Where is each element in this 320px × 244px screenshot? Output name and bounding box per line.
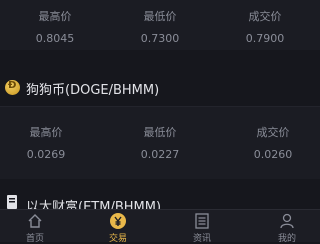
tab-trade[interactable]: 交易 [88,210,148,244]
stat-label: 成交价 [256,126,290,139]
market-stats-row[interactable]: 最高价 0.8045 最低价 0.7300 成交价 0.7900 [0,0,320,50]
stat-label: 最低价 [143,126,177,139]
stat-low: 最低价 0.0227 [120,126,200,161]
document-icon [7,195,17,209]
tab-profile[interactable]: 我的 [257,210,317,244]
stat-value: 0.7900 [245,32,285,45]
yen-icon [110,213,126,229]
stat-high: 最高价 0.8045 [15,10,95,45]
stat-value: 0.8045 [35,32,75,45]
tab-label: 资讯 [192,234,211,244]
stat-label: 最低价 [143,10,177,23]
tab-label: 交易 [108,234,127,244]
market-stats-row[interactable]: 最高价 0.0269 最低价 0.0227 成交价 0.0260 [0,107,320,179]
stat-value: 0.0227 [140,148,180,161]
bottom-tab-bar: 首页 交易 资讯 我的 [0,209,320,244]
stat-label: 最高价 [29,126,63,139]
market-header[interactable]: Ð 狗狗币(DOGE/BHMM) [0,70,320,106]
stat-label: 最高价 [38,10,72,23]
tab-news[interactable]: 资讯 [172,210,232,244]
stat-last: 成交价 0.0260 [233,126,313,161]
news-icon [195,213,209,229]
stat-value: 0.0260 [253,148,293,161]
stat-label: 成交价 [248,10,282,23]
tab-label: 我的 [277,234,296,244]
stat-low: 最低价 0.7300 [120,10,200,45]
dogecoin-icon: Ð [5,80,20,95]
home-icon [28,214,42,228]
stat-value: 0.0269 [26,148,66,161]
stat-value: 0.7300 [140,32,180,45]
market-name: 狗狗币(DOGE/BHMM) [26,83,160,98]
user-icon [280,213,294,229]
stat-last: 成交价 0.7900 [225,10,305,45]
tab-home[interactable]: 首页 [5,210,65,244]
tab-label: 首页 [25,234,44,244]
stat-high: 最高价 0.0269 [6,126,86,161]
